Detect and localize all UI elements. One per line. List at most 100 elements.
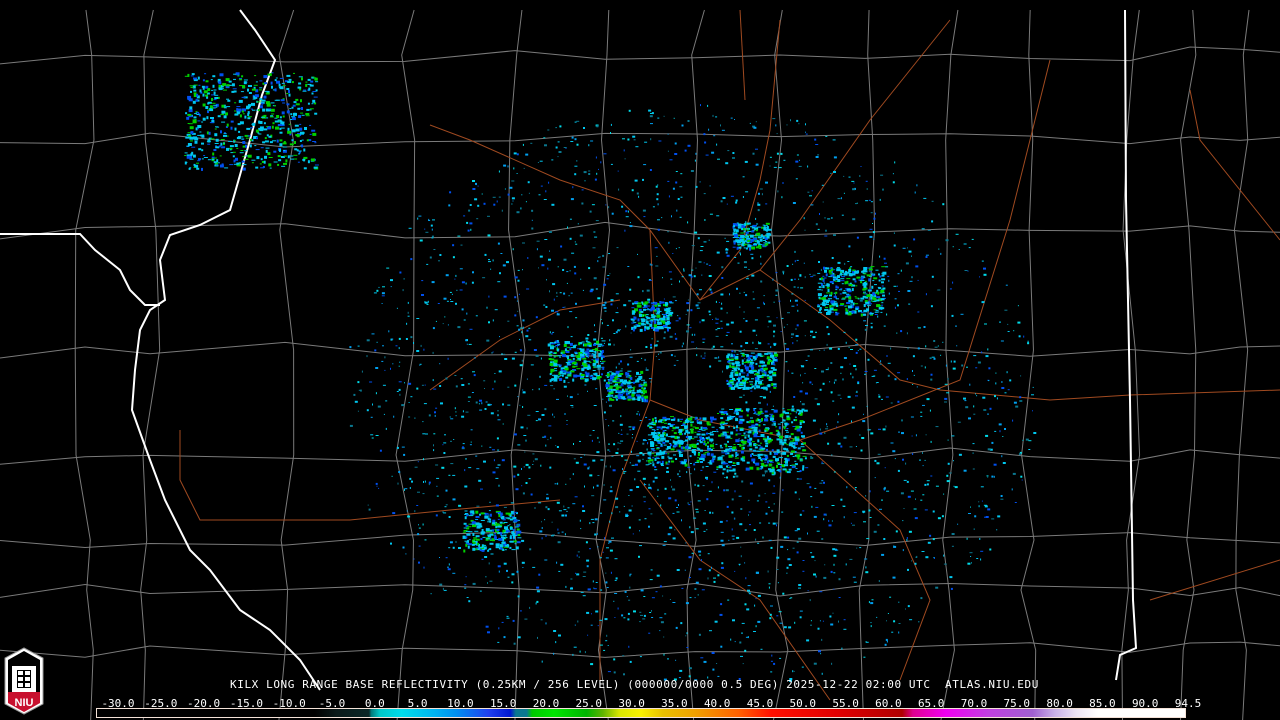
echo-pixel [981, 260, 984, 262]
echo-pixel [444, 506, 447, 508]
echo-pixel [435, 464, 439, 466]
echo-pixel [987, 476, 989, 478]
echo-pixel [984, 516, 987, 518]
echo-pixel [783, 326, 785, 328]
echo-pixel [580, 374, 585, 376]
echo-pixel [657, 219, 660, 221]
echo-pixel [452, 256, 455, 259]
echo-pixel [251, 162, 254, 164]
echo-pixel [886, 640, 888, 643]
echo-pixel [877, 291, 880, 295]
echo-pixel [807, 191, 810, 193]
echo-pixel [625, 372, 630, 376]
echo-pixel [409, 487, 411, 489]
echo-pixel [933, 357, 936, 360]
echo-pixel [878, 428, 881, 430]
echo-pixel [735, 408, 740, 409]
echo-pixel [532, 464, 534, 465]
echo-pixel [801, 403, 805, 406]
echo-pixel [648, 508, 651, 510]
echo-pixel [893, 232, 895, 234]
echo-pixel [544, 559, 548, 561]
echo-pixel [557, 482, 559, 485]
echo-pixel [291, 117, 296, 121]
echo-pixel [651, 429, 655, 431]
echo-pixel [559, 378, 563, 381]
echo-pixel [707, 441, 709, 444]
echo-pixel [738, 246, 742, 249]
echo-pixel [574, 165, 578, 167]
echo-pixel [759, 396, 763, 398]
echo-pixel [588, 588, 591, 590]
echo-pixel [659, 630, 661, 632]
echo-pixel [894, 298, 897, 300]
echo-pixel [657, 420, 662, 423]
echo-pixel [640, 614, 643, 616]
echo-pixel [730, 195, 734, 197]
echo-pixel [870, 266, 875, 268]
echo-pixel [684, 425, 688, 428]
echo-pixel [728, 461, 733, 463]
echo-pixel [901, 419, 903, 422]
echo-pixel [595, 288, 598, 290]
echo-pixel [407, 315, 410, 317]
echo-pixel [472, 533, 475, 536]
echo-pixel [761, 365, 765, 367]
echo-pixel [650, 441, 653, 445]
echo-pixel [707, 104, 709, 107]
echo-pixel [979, 276, 980, 278]
echo-pixel [970, 556, 972, 557]
echo-pixel [1031, 394, 1034, 396]
echo-pixel [668, 241, 670, 244]
echo-pixel [439, 385, 442, 387]
echo-pixel [709, 185, 711, 187]
echo-pixel [790, 278, 793, 281]
echo-pixel [268, 157, 273, 158]
echo-pixel [757, 209, 760, 212]
echo-pixel [504, 549, 507, 551]
echo-pixel [645, 304, 648, 308]
echo-pixel [690, 170, 694, 172]
echo-pixel [737, 378, 741, 380]
echo-pixel [667, 453, 670, 455]
echo-pixel [951, 545, 954, 547]
echo-pixel [865, 495, 867, 497]
echo-pixel [740, 555, 742, 558]
echo-pixel [825, 267, 830, 270]
echo-pixel [822, 275, 825, 277]
echo-pixel [642, 458, 644, 460]
echo-pixel [615, 312, 619, 314]
echo-pixel [882, 188, 884, 191]
echo-pixel [674, 300, 677, 302]
echo-pixel [721, 129, 725, 131]
echo-pixel [641, 357, 643, 359]
echo-pixel [840, 280, 845, 282]
echo-pixel [311, 129, 316, 132]
echo-pixel [947, 462, 950, 465]
echo-pixel [756, 223, 759, 225]
echo-pixel [592, 363, 595, 367]
echo-pixel [761, 193, 763, 196]
echo-pixel [539, 375, 541, 378]
echo-pixel [418, 545, 421, 547]
echo-pixel [640, 370, 644, 374]
echo-pixel [595, 156, 597, 159]
echo-pixel [747, 276, 749, 278]
echo-pixel [984, 505, 988, 508]
echo-pixel [761, 412, 764, 414]
echo-pixel [557, 375, 561, 377]
echo-pixel [848, 346, 850, 348]
county-line [0, 341, 1280, 359]
echo-pixel [846, 278, 851, 280]
echo-pixel [800, 365, 802, 367]
echo-pixel [593, 588, 597, 590]
echo-pixel [922, 465, 924, 467]
echo-pixel [744, 266, 747, 268]
echo-pixel [637, 411, 639, 413]
echo-pixel [576, 554, 578, 557]
echo-pixel [450, 418, 454, 420]
echo-pixel [612, 420, 615, 422]
echo-pixel [541, 660, 543, 663]
echo-pixel [829, 381, 831, 383]
echo-pixel [861, 275, 865, 277]
